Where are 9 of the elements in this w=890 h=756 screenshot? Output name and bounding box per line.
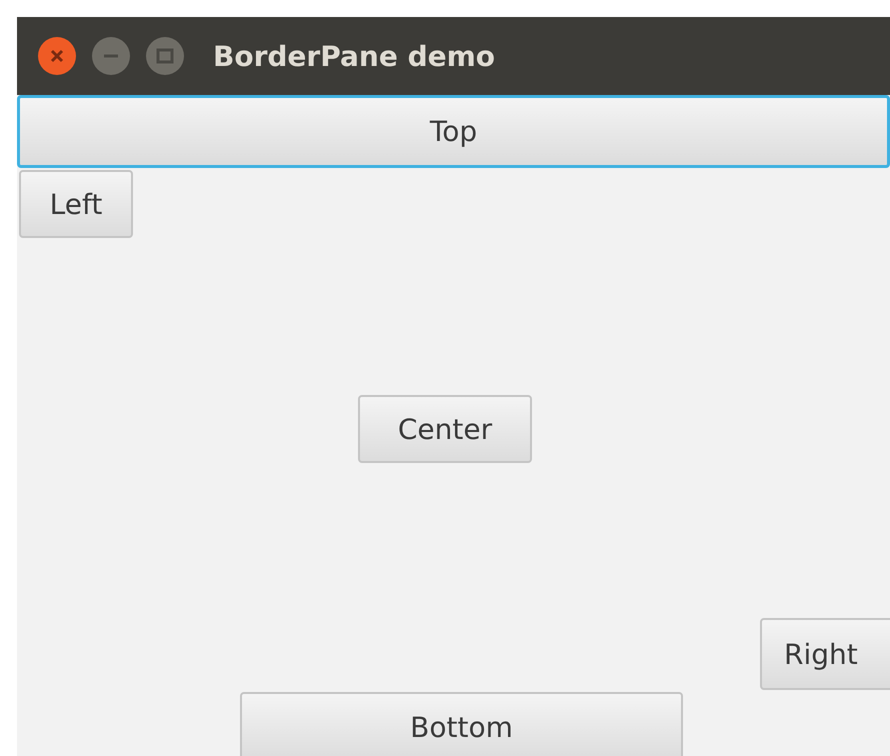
center-button[interactable]: Center	[358, 395, 532, 463]
maximize-icon[interactable]	[145, 36, 185, 76]
bottom-button[interactable]: Bottom	[240, 692, 683, 756]
minimize-icon[interactable]	[91, 36, 131, 76]
left-button[interactable]: Left	[19, 170, 133, 238]
close-icon[interactable]	[37, 36, 77, 76]
right-button[interactable]: Right	[760, 618, 890, 690]
window-title: BorderPane demo	[213, 40, 496, 72]
top-button[interactable]: Top	[17, 95, 890, 168]
